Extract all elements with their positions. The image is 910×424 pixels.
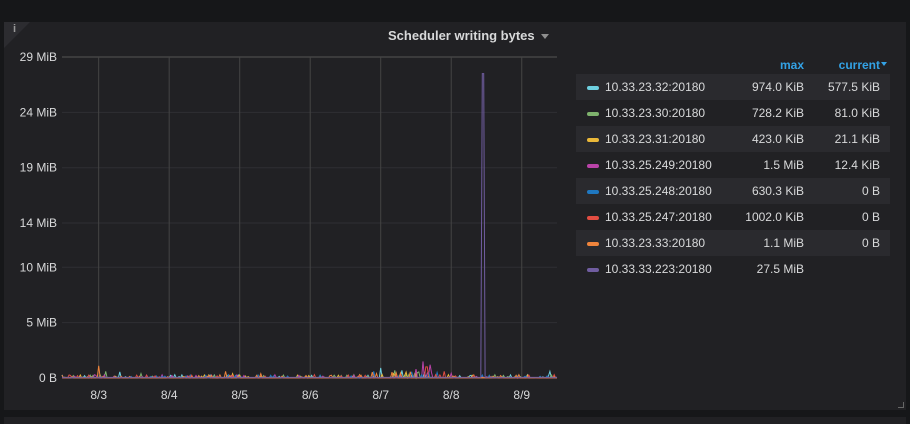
y-tick-label: 19 MiB xyxy=(20,161,57,175)
legend-table: max current 10.33.23.32:20180 974.0 KiB 57… xyxy=(576,54,890,282)
legend-header-max[interactable]: max xyxy=(780,58,804,72)
series-name[interactable]: 10.33.25.249:20180 xyxy=(605,158,712,172)
y-tick-label: 24 MiB xyxy=(20,105,57,119)
series-color-swatch[interactable] xyxy=(587,268,599,272)
series-color-swatch[interactable] xyxy=(587,190,599,194)
y-tick-label: 14 MiB xyxy=(20,216,57,230)
next-panel-edge xyxy=(4,417,906,424)
y-tick-label: 5 MiB xyxy=(26,316,57,330)
series-max: 423.0 KiB xyxy=(751,132,804,146)
series-name[interactable]: 10.33.23.31:20180 xyxy=(605,132,705,146)
legend-row[interactable]: 10.33.23.30:20180 728.2 KiB 81.0 KiB xyxy=(576,100,890,126)
series-max: 1.5 MiB xyxy=(763,158,804,172)
x-tick-label: 8/8 xyxy=(443,388,460,402)
series-name[interactable]: 10.33.25.248:20180 xyxy=(605,184,712,198)
y-tick-label: 29 MiB xyxy=(20,50,57,64)
series-current: 21.1 KiB xyxy=(834,132,880,146)
time-series-chart[interactable]: 0 B 5 MiB 10 MiB 14 MiB 19 MiB 24 MiB 29 MiB 8/… xyxy=(4,22,574,410)
graph-panel: i Scheduler writing bytes 0 B5 MiB 10 MiB… xyxy=(4,22,906,410)
series-current: 0 B xyxy=(861,236,880,250)
legend-row[interactable]: 10.33.23.33:20180 1.1 MiB 0 B xyxy=(576,230,890,256)
series-max: 728.2 KiB xyxy=(751,106,804,120)
legend-row[interactable]: 10.33.23.32:20180 974.0 KiB 577.5 KiB xyxy=(576,74,890,100)
series-current: 577.5 KiB xyxy=(827,80,880,94)
series-max: 1.1 MiB xyxy=(763,236,804,250)
series-name[interactable]: 10.33.25.247:20180 xyxy=(605,210,712,224)
legend-row[interactable]: 10.33.25.249:20180 1.5 MiB 12.4 KiB xyxy=(576,152,890,178)
legend-row[interactable]: 10.33.25.248:20180 630.3 KiB 0 B xyxy=(576,178,890,204)
y-tick-label: 10 MiB xyxy=(20,260,57,274)
x-tick-label: 8/9 xyxy=(513,388,530,402)
series-current: 81.0 KiB xyxy=(834,106,880,120)
sort-desc-icon xyxy=(881,62,887,66)
legend-header-current[interactable]: current xyxy=(838,58,887,72)
series-current: 0 B xyxy=(861,210,880,224)
series-color-swatch[interactable] xyxy=(587,112,599,116)
series-max: 630.3 KiB xyxy=(751,184,804,198)
series-name[interactable]: 10.33.33.223:20180 xyxy=(605,262,712,276)
x-tick-label: 8/3 xyxy=(90,388,107,402)
x-tick-label: 8/4 xyxy=(161,388,178,402)
x-tick-label: 8/5 xyxy=(231,388,248,402)
series-color-swatch[interactable] xyxy=(587,86,599,90)
series-name[interactable]: 10.33.23.33:20180 xyxy=(605,236,705,250)
x-tick-label: 8/7 xyxy=(372,388,389,402)
series-current: 12.4 KiB xyxy=(834,158,880,172)
series-max: 27.5 MiB xyxy=(756,262,804,276)
legend-row[interactable]: 10.33.23.31:20180 423.0 KiB 21.1 KiB xyxy=(576,126,890,152)
legend-row[interactable]: 10.33.25.247:20180 1002.0 KiB 0 B xyxy=(576,204,890,230)
resize-handle[interactable] xyxy=(898,402,904,408)
series-line xyxy=(62,73,557,378)
series-color-swatch[interactable] xyxy=(587,216,599,220)
x-tick-label: 8/6 xyxy=(302,388,319,402)
series-name[interactable]: 10.33.23.32:20180 xyxy=(605,80,705,94)
series-name[interactable]: 10.33.23.30:20180 xyxy=(605,106,705,120)
y-tick-label: 0 B xyxy=(39,371,57,385)
series-color-swatch[interactable] xyxy=(587,164,599,168)
series-color-swatch[interactable] xyxy=(587,242,599,246)
legend-row[interactable]: 10.33.33.223:20180 27.5 MiB xyxy=(576,256,890,282)
series-color-swatch[interactable] xyxy=(587,138,599,142)
series-max: 1002.0 KiB xyxy=(745,210,804,224)
series-max: 974.0 KiB xyxy=(751,80,804,94)
series-current: 0 B xyxy=(861,184,880,198)
legend-header-current-label: current xyxy=(838,58,880,72)
